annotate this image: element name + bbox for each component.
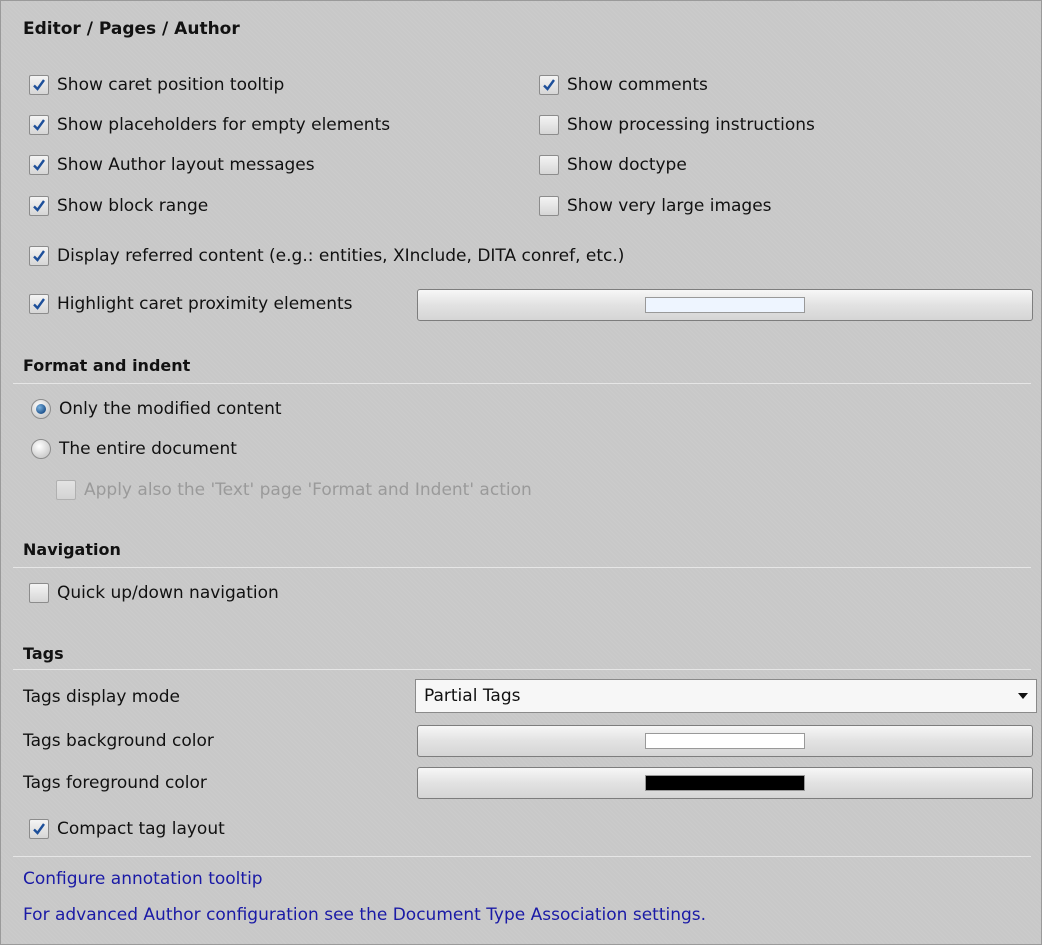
radio-selected-dot (36, 404, 46, 414)
checkbox[interactable] (29, 75, 49, 95)
color-swatch (645, 775, 805, 791)
option-show-block-range[interactable]: Show block range (29, 196, 208, 216)
checkmark-icon (33, 159, 45, 171)
option-label: Highlight caret proximity elements (57, 294, 353, 314)
checkbox[interactable] (539, 155, 559, 175)
separator (13, 383, 1031, 384)
radio-button[interactable] (31, 399, 51, 419)
checkmark-icon (33, 823, 45, 835)
tags-background-color-button[interactable] (417, 725, 1033, 757)
option-highlight-caret-proximity[interactable]: Highlight caret proximity elements (29, 294, 353, 314)
section-title-format-indent: Format and indent (23, 356, 191, 375)
section-title-navigation: Navigation (23, 540, 121, 559)
option-label: Quick up/down navigation (57, 583, 279, 603)
checkmark-icon (33, 119, 45, 131)
radio-button[interactable] (31, 439, 51, 459)
checkbox[interactable] (539, 115, 559, 135)
option-label: Show doctype (567, 155, 687, 175)
tags-foreground-color-label: Tags foreground color (23, 773, 207, 793)
tags-display-mode-label: Tags display mode (23, 687, 181, 707)
checkmark-icon (33, 250, 45, 262)
checkbox[interactable] (29, 246, 49, 266)
option-label: Compact tag layout (57, 819, 225, 839)
option-label: Show caret position tooltip (57, 75, 285, 95)
separator (13, 856, 1031, 857)
radio-only-modified[interactable]: Only the modified content (31, 399, 282, 419)
option-show-comments[interactable]: Show comments (539, 75, 708, 95)
checkbox[interactable] (56, 480, 76, 500)
checkbox[interactable] (29, 819, 49, 839)
configure-annotation-tooltip-link[interactable]: Configure annotation tooltip (23, 869, 263, 889)
option-show-processing-instructions[interactable]: Show processing instructions (539, 115, 815, 135)
option-label: Apply also the 'Text' page 'Format and I… (84, 480, 532, 500)
separator (13, 669, 1031, 670)
checkmark-icon (33, 298, 45, 310)
checkmark-icon (33, 200, 45, 212)
checkbox[interactable] (29, 196, 49, 216)
checkmark-icon (33, 79, 45, 91)
checkbox[interactable] (539, 75, 559, 95)
option-compact-tag-layout[interactable]: Compact tag layout (29, 819, 225, 839)
dropdown-arrow-icon (1018, 693, 1028, 699)
tags-foreground-color-button[interactable] (417, 767, 1033, 799)
checkbox[interactable] (29, 155, 49, 175)
option-label: Display referred content (e.g.: entities… (57, 246, 625, 266)
radio-entire-document[interactable]: The entire document (31, 439, 237, 459)
option-show-caret-tooltip[interactable]: Show caret position tooltip (29, 75, 284, 95)
option-display-referred-content[interactable]: Display referred content (e.g.: entities… (29, 246, 624, 266)
highlight-color-button[interactable] (417, 289, 1033, 321)
checkbox[interactable] (29, 583, 49, 603)
option-apply-text-format[interactable]: Apply also the 'Text' page 'Format and I… (56, 480, 532, 500)
color-swatch (645, 733, 805, 749)
option-show-large-images[interactable]: Show very large images (539, 196, 772, 216)
option-label: Show comments (567, 75, 708, 95)
separator (13, 567, 1031, 568)
checkmark-icon (543, 79, 555, 91)
section-title-tags: Tags (23, 644, 64, 663)
option-label: Show block range (57, 196, 209, 216)
option-label: Show placeholders for empty elements (57, 115, 391, 135)
color-swatch (645, 297, 805, 313)
option-show-placeholders[interactable]: Show placeholders for empty elements (29, 115, 390, 135)
option-quick-updown-navigation[interactable]: Quick up/down navigation (29, 583, 279, 603)
select-value: Partial Tags (424, 686, 521, 706)
checkbox[interactable] (29, 294, 49, 314)
tags-background-color-label: Tags background color (23, 731, 214, 751)
option-label: The entire document (59, 439, 237, 459)
option-label: Show Author layout messages (57, 155, 315, 175)
option-show-doctype[interactable]: Show doctype (539, 155, 687, 175)
page-title: Editor / Pages / Author (23, 19, 240, 39)
document-type-association-link[interactable]: For advanced Author configuration see th… (23, 905, 706, 925)
tags-display-mode-select[interactable]: Partial Tags (415, 679, 1037, 713)
option-label: Only the modified content (59, 399, 282, 419)
preferences-panel: Editor / Pages / Author Show caret posit… (0, 0, 1042, 945)
option-label: Show processing instructions (567, 115, 815, 135)
option-show-layout-messages[interactable]: Show Author layout messages (29, 155, 315, 175)
option-label: Show very large images (567, 196, 772, 216)
checkbox[interactable] (29, 115, 49, 135)
checkbox[interactable] (539, 196, 559, 216)
